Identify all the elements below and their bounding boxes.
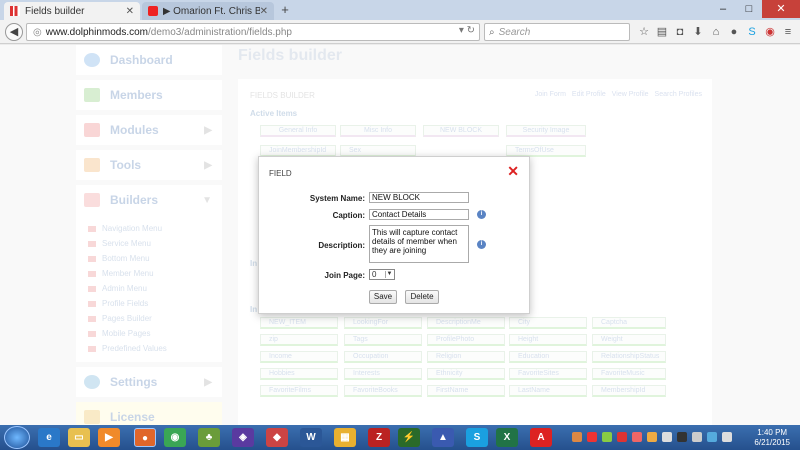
delete-button[interactable]: Delete xyxy=(405,290,439,304)
skype-icon[interactable]: S xyxy=(744,24,760,40)
close-icon[interactable]: ✕ xyxy=(507,163,519,180)
url-host: www.dolphinmods.com xyxy=(45,26,148,38)
info-icon[interactable]: i xyxy=(477,210,486,219)
tab-label: ▶ Omarion Ft. Chris Brown... xyxy=(162,5,260,17)
tray-icon[interactable] xyxy=(617,432,627,442)
network-icon[interactable]: ▲ xyxy=(432,428,454,447)
browser-nav-bar: ◀ ◎ www.dolphinmods.com /demo3/administr… xyxy=(0,20,800,44)
new-tab-button[interactable]: + xyxy=(278,2,292,18)
volume-icon[interactable] xyxy=(722,432,732,442)
acrobat-icon[interactable]: A xyxy=(530,428,552,447)
bookmark-star-icon[interactable]: ☆ xyxy=(636,24,652,40)
chevron-down-icon: ▼ xyxy=(385,271,393,278)
menu-icon[interactable]: ≡ xyxy=(780,24,796,40)
chrome-icon[interactable]: ◉ xyxy=(164,428,186,447)
description-label: Description: xyxy=(318,241,365,250)
notes-icon[interactable]: ▦ xyxy=(334,428,356,447)
join-page-select[interactable]: 0 ▼ xyxy=(369,269,395,280)
minimize-button[interactable]: – xyxy=(710,0,736,18)
filezilla-icon[interactable]: Z xyxy=(368,428,390,447)
dialog-title: FIELD xyxy=(269,169,292,178)
tray-icon[interactable] xyxy=(662,432,672,442)
system-clock[interactable]: 1:40 PM 6/21/2015 xyxy=(754,428,790,448)
addon-icon[interactable]: ◉ xyxy=(762,24,778,40)
reload-icon[interactable]: ▾ ↻ xyxy=(459,25,475,36)
word-icon[interactable]: W xyxy=(300,428,322,447)
system-name-label: System Name: xyxy=(309,194,365,203)
skype-icon[interactable]: S xyxy=(466,428,488,447)
tab-fields-builder[interactable]: Fields builder ✕ xyxy=(4,2,140,20)
tray-icon[interactable] xyxy=(632,432,642,442)
ie-icon[interactable]: e xyxy=(38,428,60,447)
folder-icon[interactable]: ▭ xyxy=(68,428,90,447)
maximize-button[interactable]: □ xyxy=(736,0,762,18)
frog-app-icon[interactable]: ♣ xyxy=(198,428,220,447)
chat-icon[interactable]: ● xyxy=(726,24,742,40)
tray-icon[interactable] xyxy=(572,432,582,442)
browser-tab-bar: Fields builder ✕ ▶ Omarion Ft. Chris Bro… xyxy=(0,0,800,20)
network-tray-icon[interactable] xyxy=(707,432,717,442)
tray-icon[interactable] xyxy=(677,432,687,442)
xampp-icon[interactable]: ⚡ xyxy=(398,428,420,447)
eraser-icon[interactable]: ◆ xyxy=(266,428,288,447)
windows-taskbar: e ▭ ▶ ● ◉ ♣ ◈ ◆ W ▦ Z ⚡ ▲ S X A 1:40 PM … xyxy=(0,425,800,450)
close-window-button[interactable]: ✕ xyxy=(762,0,800,18)
download-icon[interactable]: ⬇ xyxy=(690,24,706,40)
tray-icon[interactable] xyxy=(587,432,597,442)
save-button[interactable]: Save xyxy=(369,290,397,304)
start-button[interactable] xyxy=(4,426,30,449)
caption-field[interactable]: Contact Details xyxy=(369,209,469,220)
tray-icon[interactable] xyxy=(602,432,612,442)
app-icon[interactable]: ◈ xyxy=(232,428,254,447)
firefox-icon[interactable]: ● xyxy=(134,428,156,447)
description-field[interactable]: This will capture contact details of mem… xyxy=(369,225,469,263)
search-placeholder: Search xyxy=(498,26,531,38)
caption-label: Caption: xyxy=(332,211,365,220)
back-arrow-icon: ◀ xyxy=(9,26,19,38)
reading-list-icon[interactable]: ▤ xyxy=(654,24,670,40)
tab-youtube[interactable]: ▶ Omarion Ft. Chris Brown... ✕ xyxy=(142,2,274,20)
url-path: /demo3/administration/fields.php xyxy=(148,26,292,38)
system-name-field[interactable]: NEW BLOCK xyxy=(369,192,469,203)
join-page-label: Join Page: xyxy=(324,271,365,280)
clock-time: 1:40 PM xyxy=(757,428,788,437)
info-icon[interactable]: i xyxy=(477,240,486,249)
home-icon[interactable]: ⌂ xyxy=(708,24,724,40)
field-dialog: FIELD ✕ System Name: NEW BLOCK Caption: … xyxy=(258,156,530,314)
excel-icon[interactable]: X xyxy=(496,428,518,447)
search-icon: ⌕ xyxy=(489,26,495,38)
clock-date: 6/21/2015 xyxy=(754,438,790,447)
tab-label: Fields builder xyxy=(25,5,85,17)
site-favicon-icon xyxy=(10,6,20,16)
close-tab-icon[interactable]: ✕ xyxy=(126,6,134,17)
tray-icon[interactable] xyxy=(647,432,657,442)
pocket-icon[interactable]: ◘ xyxy=(672,24,688,40)
youtube-icon xyxy=(148,6,158,16)
url-bar[interactable]: ◎ www.dolphinmods.com /demo3/administrat… xyxy=(26,23,480,41)
back-button[interactable]: ◀ xyxy=(5,23,23,41)
search-input[interactable]: ⌕ Search xyxy=(484,23,630,41)
tray-icon[interactable] xyxy=(692,432,702,442)
media-player-icon[interactable]: ▶ xyxy=(98,428,120,447)
globe-icon: ◎ xyxy=(33,26,42,38)
close-tab-icon[interactable]: ✕ xyxy=(260,6,268,17)
join-page-value: 0 xyxy=(372,270,377,279)
